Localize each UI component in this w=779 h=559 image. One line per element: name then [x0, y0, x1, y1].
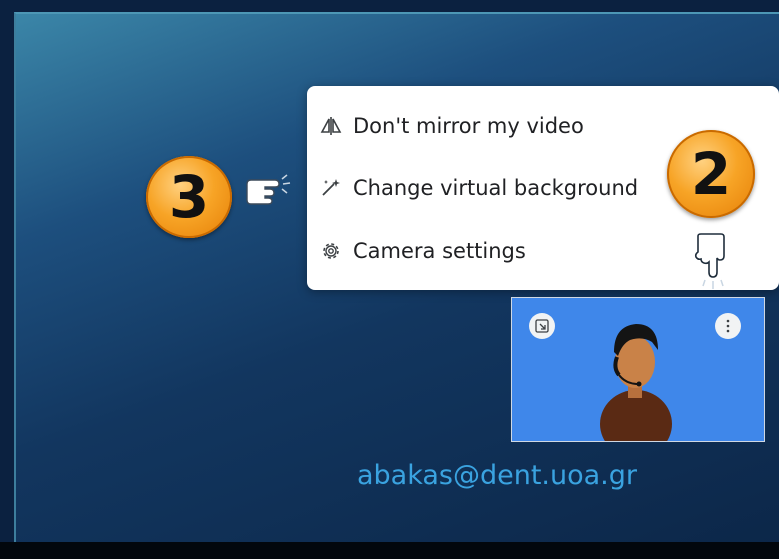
bottom-bar [0, 542, 779, 559]
menu-item-label: Don't mirror my video [353, 114, 584, 138]
pip-icon[interactable] [529, 313, 555, 339]
menu-item-change-background[interactable]: Change virtual background [307, 163, 667, 213]
step-badge-2: 2 [667, 130, 755, 218]
self-view-preview [511, 297, 765, 442]
gear-icon [319, 240, 343, 262]
menu-item-label: Camera settings [353, 239, 526, 263]
menu-item-dont-mirror[interactable]: Don't mirror my video [307, 101, 667, 151]
magic-wand-icon [319, 178, 343, 198]
pointing-hand-down-icon [694, 233, 725, 289]
menu-item-camera-settings[interactable]: Camera settings [307, 226, 667, 276]
mirror-icon [319, 116, 343, 136]
contact-email: abakas@dent.uoa.gr [356, 460, 638, 491]
more-vert-icon[interactable] [715, 313, 741, 339]
menu-item-label: Change virtual background [353, 176, 639, 200]
avatar [600, 324, 672, 441]
step-badge-3: 3 [146, 156, 232, 238]
pointing-hand-right-icon [246, 174, 291, 205]
